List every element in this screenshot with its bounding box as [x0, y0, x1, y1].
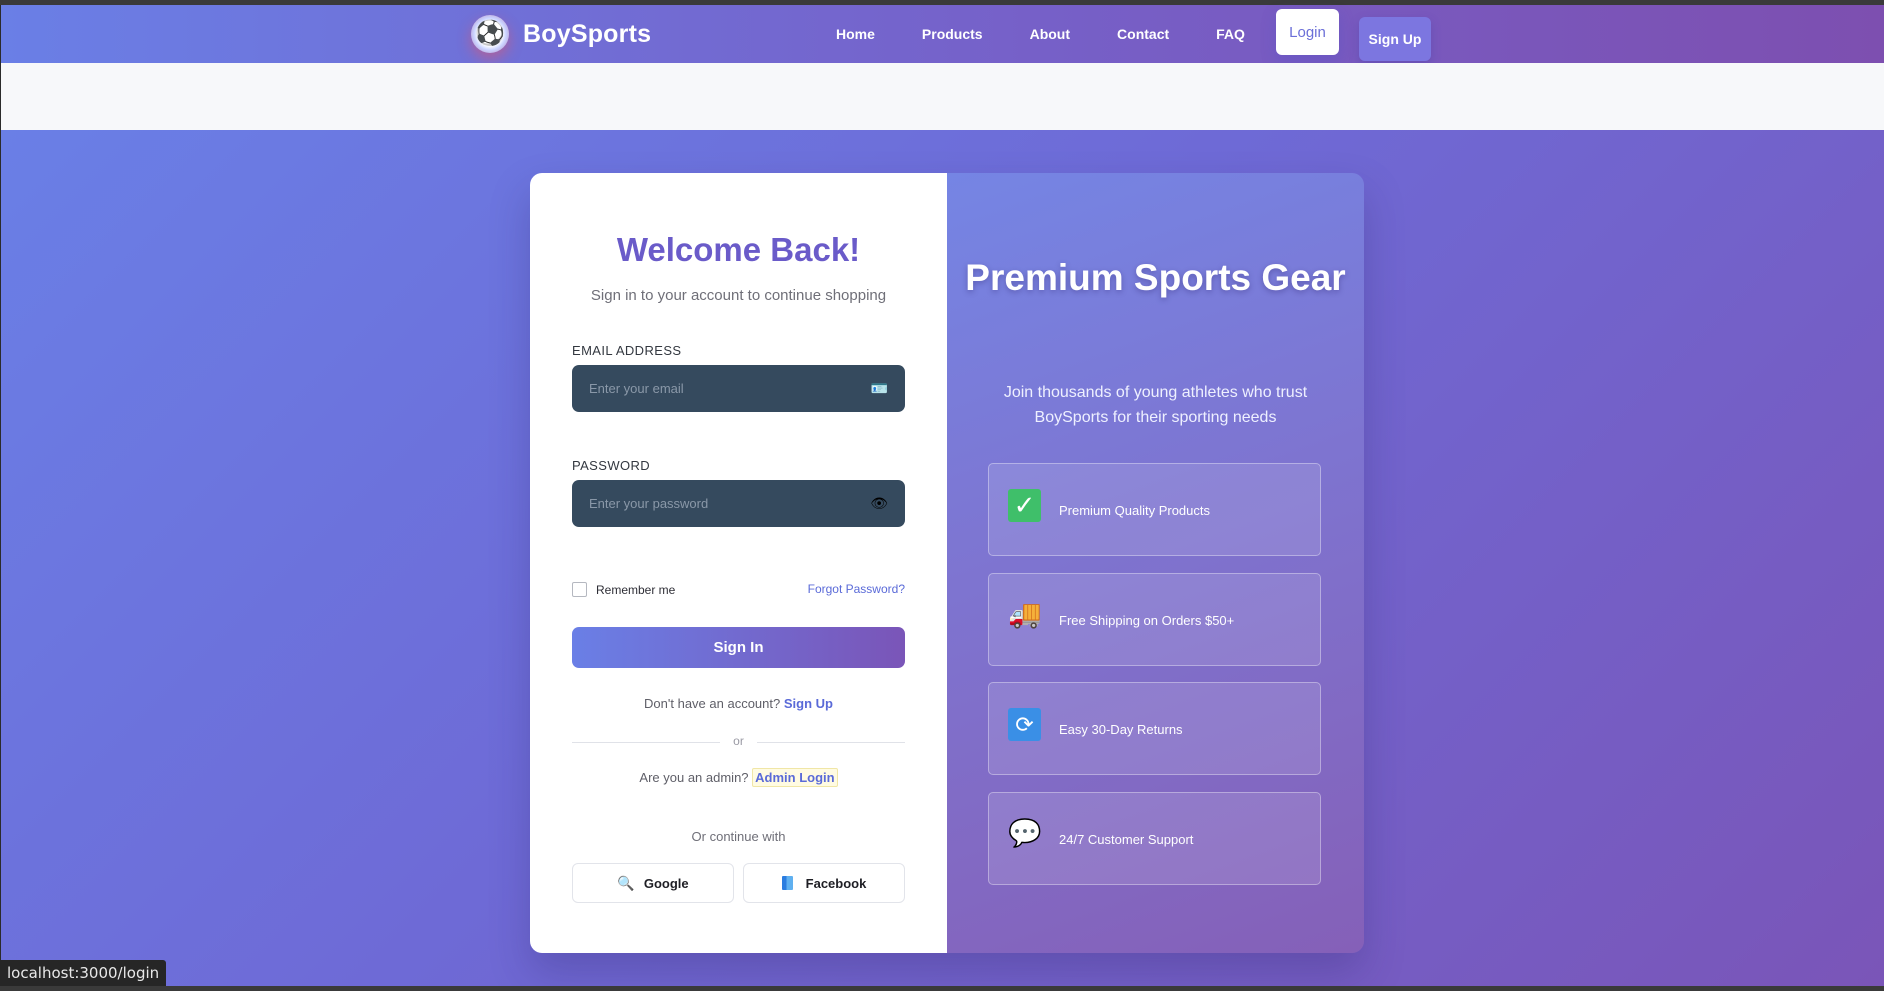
subheader-band [1, 63, 1884, 130]
continue-with-label: Or continue with [691, 829, 786, 844]
page-subtitle: Sign in to your account to continue shop… [590, 287, 887, 304]
nav-link-contact[interactable]: Contact [1117, 26, 1169, 42]
nav-link-about[interactable]: About [1030, 26, 1070, 42]
promo-subtitle: Join thousands of young athletes who tru… [1003, 384, 1308, 426]
feature-label: 24/7 Customer Support [1059, 832, 1194, 847]
feature-card: ⟳ Easy 30-Day Returns [988, 682, 1321, 775]
signup-link[interactable]: Sign Up [784, 696, 833, 711]
signup-button[interactable]: Sign Up [1359, 17, 1431, 61]
login-form-panel: Welcome Back! Sign in to your account to… [530, 173, 947, 953]
nav-links: Home Products About Contact FAQ [836, 5, 1245, 63]
google-label: Google [643, 875, 689, 891]
soccer-ball-icon: ⚽ [471, 15, 509, 53]
facebook-label: Facebook [805, 875, 867, 891]
delivery-truck-icon: 🚚 [1008, 599, 1042, 629]
id-card-icon: 🪪 [870, 380, 888, 396]
admin-text: Are you an admin? Admin Login [530, 768, 947, 787]
email-label: EMAIL ADDRESS [572, 343, 682, 358]
brand-name: BoySports [523, 19, 652, 48]
feature-label: Easy 30-Day Returns [1059, 722, 1183, 737]
remember-me-checkbox[interactable] [572, 582, 587, 597]
nav-link-home[interactable]: Home [836, 26, 875, 42]
main-area: Welcome Back! Sign in to your account to… [1, 130, 1884, 987]
page-title: Welcome Back! [616, 231, 861, 268]
feature-label: Free Shipping on Orders $50+ [1059, 613, 1235, 628]
book-icon [781, 876, 793, 890]
no-account-label: Don't have an account? [644, 696, 781, 711]
or-divider: or [572, 734, 905, 750]
speech-bubble-icon: 💬 [1008, 818, 1042, 848]
status-bar-url: localhost:3000/login [0, 960, 167, 986]
email-field[interactable] [572, 365, 905, 412]
feature-label: Premium Quality Products [1059, 503, 1210, 518]
nav-link-products[interactable]: Products [922, 26, 983, 42]
eye-icon[interactable]: 👁 [870, 494, 888, 512]
remember-me: Remember me [572, 582, 675, 597]
promo-panel: Premium Sports Gear Join thousands of yo… [947, 173, 1364, 953]
no-account-text: Don't have an account? Sign Up [530, 696, 947, 711]
promo-title: Premium Sports Gear [965, 257, 1346, 298]
refresh-arrows-icon: ⟳ [1008, 708, 1041, 741]
admin-login-link[interactable]: Admin Login [752, 768, 838, 787]
email-field-wrapper: 🪪 [572, 365, 905, 412]
nav-link-faq[interactable]: FAQ [1216, 26, 1245, 42]
check-mark-icon: ✓ [1008, 489, 1041, 522]
magnifier-icon: 🔍 [617, 874, 635, 891]
facebook-login-button[interactable]: Facebook [743, 863, 905, 903]
remember-me-label[interactable]: Remember me [596, 583, 675, 597]
forgot-password-link[interactable]: Forgot Password? [808, 582, 905, 596]
feature-card: 🚚 Free Shipping on Orders $50+ [988, 573, 1321, 666]
divider-line-right [757, 742, 905, 743]
navbar: ⚽ BoySports Home Products About Contact … [1, 5, 1884, 63]
brand[interactable]: ⚽ BoySports [471, 15, 651, 53]
login-button[interactable]: Login [1276, 9, 1339, 55]
or-label: or [733, 734, 744, 748]
sign-in-button[interactable]: Sign In [572, 627, 905, 668]
password-field[interactable] [572, 480, 905, 527]
password-field-wrapper: 👁 [572, 480, 905, 527]
feature-card: ✓ Premium Quality Products [988, 463, 1321, 556]
feature-card: 💬 24/7 Customer Support [988, 792, 1321, 885]
window-bottom-strip [0, 986, 1884, 991]
login-card: Welcome Back! Sign in to your account to… [530, 173, 1364, 953]
admin-question: Are you an admin? [639, 770, 749, 785]
google-login-button[interactable]: 🔍 Google [572, 863, 734, 903]
password-label: PASSWORD [572, 458, 651, 473]
